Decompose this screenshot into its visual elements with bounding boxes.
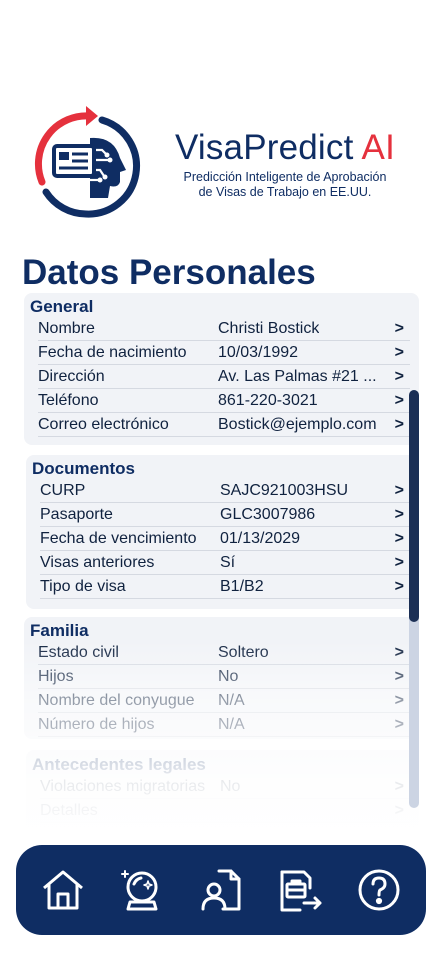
brand-tagline-2: de Visas de Trabajo en EE.UU.	[198, 185, 372, 199]
chevron-right-icon: >	[394, 778, 404, 795]
row-tipo-visa[interactable]: Tipo de visa B1/B2 >	[40, 575, 410, 599]
chevron-right-icon: >	[394, 692, 404, 709]
chevron-right-icon: >	[394, 392, 404, 409]
chevron-right-icon: >	[394, 320, 404, 337]
row-nombre-conyugue[interactable]: Nombre del conyugue N/A >	[38, 689, 410, 713]
row-value: Soltero	[218, 644, 269, 661]
row-value: Av. Las Palmas #21 ...	[218, 368, 377, 385]
chevron-right-icon: >	[394, 554, 404, 571]
row-value: GLC3007986	[220, 506, 316, 523]
briefcase-export-icon	[280, 870, 322, 912]
row-value: Christi Bostick	[218, 320, 320, 337]
nav-home[interactable]	[33, 860, 93, 920]
row-label: Dirección	[38, 368, 105, 385]
help-icon	[358, 869, 400, 911]
row-value: SAJC921003HSU	[220, 482, 349, 499]
row-label: Teléfono	[38, 392, 99, 409]
chevron-right-icon: >	[394, 530, 404, 547]
row-direccion[interactable]: Dirección Av. Las Palmas #21 ... >	[38, 365, 410, 389]
brand-name: VisaPredict AI	[160, 128, 410, 168]
chevron-right-icon: >	[394, 368, 404, 385]
row-value: Bostick@ejemplo.com	[218, 416, 377, 433]
row-value: 861-220-3021	[218, 392, 318, 409]
row-label: Nombre del conyugue	[38, 692, 195, 709]
row-hijos[interactable]: Hijos No >	[38, 665, 410, 689]
row-label: Pasaporte	[40, 506, 113, 523]
nav-help[interactable]	[349, 860, 409, 920]
row-curp[interactable]: CURP SAJC921003HSU >	[40, 479, 410, 503]
row-label: Número de hijos	[38, 716, 155, 733]
brand-name-ai: AI	[361, 128, 396, 167]
row-value: No	[218, 668, 239, 685]
section-title-documentos: Documentos	[32, 459, 135, 478]
row-label: Hijos	[38, 668, 74, 685]
chevron-right-icon: >	[394, 716, 404, 733]
chevron-right-icon: >	[394, 482, 404, 499]
brand-tagline-1: Predicción Inteligente de Aprobación	[183, 170, 387, 184]
row-fecha-vencimiento[interactable]: Fecha de vencimiento 01/13/2029 >	[40, 527, 410, 551]
row-correo[interactable]: Correo electrónico Bostick@ejemplo.com >	[38, 413, 410, 437]
row-label: Fecha de vencimiento	[40, 530, 197, 547]
logo-icon	[34, 106, 141, 218]
crystal-ball-icon	[121, 870, 158, 911]
row-nombre[interactable]: Nombre Christi Bostick >	[38, 317, 410, 341]
row-violaciones[interactable]: Violaciones migratorias No >	[40, 775, 410, 799]
chevron-right-icon: >	[394, 344, 404, 361]
page-title: Datos Personales	[22, 253, 316, 292]
chevron-right-icon: >	[394, 668, 404, 685]
row-pasaporte[interactable]: Pasaporte GLC3007986 >	[40, 503, 410, 527]
row-label: Estado civil	[38, 644, 119, 661]
chevron-right-icon: >	[394, 578, 404, 595]
row-label: Fecha de nacimiento	[38, 344, 187, 361]
chevron-right-icon: >	[394, 802, 404, 819]
row-label: Tipo de visa	[40, 578, 126, 595]
row-value: 10/03/1992	[218, 344, 299, 361]
user-document-icon	[201, 869, 241, 911]
row-value: No	[220, 778, 241, 795]
row-label: Visas anteriores	[40, 554, 155, 571]
home-icon	[43, 870, 84, 910]
brand-name-main: VisaPredict	[174, 128, 354, 167]
brand: VisaPredict AI Predicción Inteligente de…	[160, 128, 410, 200]
row-label: Detalles	[40, 802, 98, 819]
row-value: N/A	[218, 716, 245, 733]
row-value: 01/13/2029	[220, 530, 301, 547]
row-visas-anteriores[interactable]: Visas anteriores Sí >	[40, 551, 410, 575]
nav-profile-document[interactable]	[191, 860, 251, 920]
row-value: N/A	[218, 692, 245, 709]
row-detalles[interactable]: Detalles >	[40, 799, 410, 823]
nav-case-export[interactable]	[270, 860, 330, 920]
row-label: Violaciones migratorias	[40, 778, 206, 795]
row-value: Sí	[220, 554, 236, 571]
chevron-right-icon: >	[394, 416, 404, 433]
nav-prediction[interactable]	[112, 860, 172, 920]
section-title-familia: Familia	[30, 621, 89, 640]
row-fecha-nacimiento[interactable]: Fecha de nacimiento 10/03/1992 >	[38, 341, 410, 365]
row-label: Nombre	[38, 320, 95, 337]
section-title-antecedentes: Antecedentes legales	[32, 755, 206, 774]
section-title-general: General	[30, 297, 94, 316]
row-estado-civil[interactable]: Estado civil Soltero >	[38, 641, 410, 665]
row-value: B1/B2	[220, 578, 264, 595]
chevron-right-icon: >	[394, 506, 404, 523]
chevron-right-icon: >	[394, 644, 404, 661]
bottom-nav	[16, 845, 426, 935]
row-telefono[interactable]: Teléfono 861-220-3021 >	[38, 389, 410, 413]
scrollbar-thumb[interactable]	[409, 390, 419, 622]
row-numero-hijos[interactable]: Número de hijos N/A >	[38, 713, 410, 737]
row-label: CURP	[40, 482, 86, 499]
row-label: Correo electrónico	[38, 416, 169, 433]
